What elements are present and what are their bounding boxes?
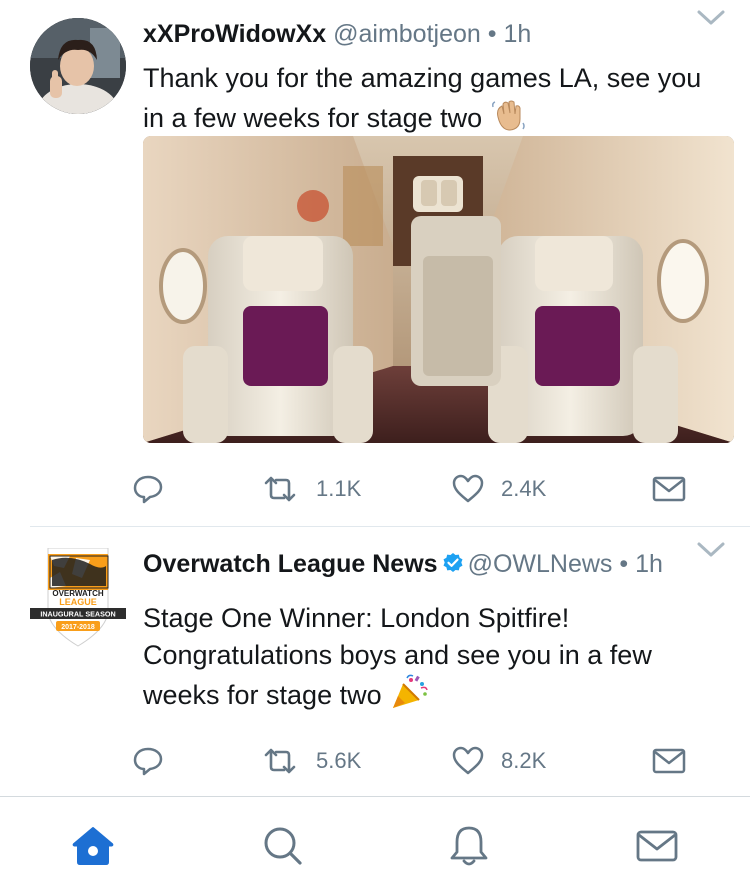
reply-button[interactable] xyxy=(132,467,164,511)
separator-dot: • xyxy=(487,20,497,48)
username[interactable]: @OWLNews xyxy=(468,550,613,578)
tweet-text-content: Thank you for the amazing games LA, see … xyxy=(143,63,702,133)
search-icon xyxy=(264,827,302,865)
home-icon xyxy=(72,827,114,865)
tweet-actions: 5.6K 8.2K xyxy=(0,739,750,783)
heart-icon xyxy=(452,474,484,503)
reply-icon xyxy=(133,747,163,776)
heart-icon xyxy=(452,746,484,775)
tweet-text: Stage One Winner: London Spitfire! Congr… xyxy=(143,600,733,720)
username[interactable]: @aimbotjeon xyxy=(333,20,481,48)
retweet-count: 5.6K xyxy=(316,748,362,773)
chevron-down-icon[interactable] xyxy=(696,540,726,560)
envelope-icon xyxy=(636,830,678,862)
retweet-button[interactable]: 5.6K xyxy=(260,739,361,783)
avatar-text-season: INAUGURAL SEASON xyxy=(40,610,115,619)
like-count: 8.2K xyxy=(501,748,547,773)
direct-message-button[interactable] xyxy=(652,739,686,783)
retweet-icon xyxy=(264,476,296,502)
direct-message-button[interactable] xyxy=(652,467,686,511)
avatar-text-years: 2017-2018 xyxy=(61,624,95,631)
reply-button[interactable] xyxy=(132,739,164,783)
tab-home[interactable] xyxy=(70,823,116,869)
chevron-down-icon[interactable] xyxy=(696,8,726,28)
like-button[interactable]: 2.4K xyxy=(451,467,546,511)
timestamp[interactable]: 1h xyxy=(635,550,663,578)
tweet-header: xXProWidowXx @aimbotjeon • 1h xyxy=(143,19,531,49)
retweet-count: 1.1K xyxy=(316,476,362,501)
retweet-button[interactable]: 1.1K xyxy=(260,467,361,511)
display-name[interactable]: xXProWidowXx xyxy=(143,20,326,48)
avatar[interactable]: OVERWATCH LEAGUE INAUGURAL SEASON 2017-2… xyxy=(30,548,126,648)
tweet-actions: 1.1K 2.4K xyxy=(0,467,750,511)
tweet[interactable]: OVERWATCH LEAGUE INAUGURAL SEASON 2017-2… xyxy=(0,527,750,797)
reply-icon xyxy=(133,475,163,504)
verified-badge-icon xyxy=(442,551,464,573)
tab-notifications[interactable] xyxy=(446,823,492,869)
avatar[interactable] xyxy=(30,18,126,114)
avatar-text-league: LEAGUE xyxy=(59,597,97,607)
tab-messages[interactable] xyxy=(634,823,680,869)
retweet-icon xyxy=(264,748,296,774)
tweet-text: Thank you for the amazing games LA, see … xyxy=(143,60,723,143)
envelope-icon xyxy=(652,476,686,502)
display-name[interactable]: Overwatch League News xyxy=(143,550,438,578)
private-jet-cabin-photo[interactable] xyxy=(143,136,734,443)
like-count: 2.4K xyxy=(501,476,547,501)
bell-icon xyxy=(450,826,488,866)
tweet[interactable]: xXProWidowXx @aimbotjeon • 1h Thank you … xyxy=(0,0,750,527)
tab-search[interactable] xyxy=(260,823,306,869)
tweet-header: Overwatch League News @OWLNews • 1h xyxy=(143,549,663,579)
timestamp[interactable]: 1h xyxy=(503,20,531,48)
bottom-tab-bar xyxy=(0,797,750,894)
like-button[interactable]: 8.2K xyxy=(451,739,546,783)
separator-dot: • xyxy=(619,550,629,578)
envelope-icon xyxy=(652,748,686,774)
party-popper-emoji xyxy=(389,674,429,720)
